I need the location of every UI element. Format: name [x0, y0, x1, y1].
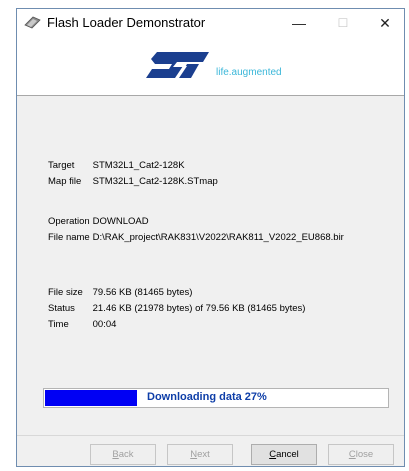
back-button-label: ack — [118, 449, 134, 460]
close-window-button[interactable]: ✕ — [367, 9, 403, 37]
time-row: Time 00:04 — [48, 319, 116, 331]
window-title: Flash Loader Demonstrator — [47, 15, 206, 30]
target-row: Target STM32L1_Cat2-128K — [48, 160, 185, 172]
operation-value: DOWNLOAD — [92, 216, 149, 227]
operation-row: Operation DOWNLOAD — [48, 216, 149, 228]
next-button-label: ext — [197, 449, 210, 460]
cancel-button-label: ancel — [276, 449, 299, 460]
target-label: Target — [48, 160, 75, 171]
wizard-button-bar: Back Next Cancel Close — [17, 435, 404, 466]
map-file-value: STM32L1_Cat2-128K.STmap — [92, 176, 218, 187]
time-label: Time — [48, 319, 69, 330]
operation-label: Operation — [48, 216, 90, 227]
status-label: Status — [48, 303, 75, 314]
brand-tagline: life.augmented — [216, 67, 282, 78]
flash-loader-icon — [24, 16, 41, 29]
back-button: Back — [90, 444, 156, 465]
close-button-mnemonic: C — [348, 449, 356, 460]
map-file-label: Map file — [48, 176, 82, 187]
minimize-button[interactable]: — — [281, 9, 317, 37]
title-bar[interactable]: Flash Loader Demonstrator — ☐ ✕ — [17, 9, 404, 37]
file-name-value: D:\RAK_project\RAK831\V2022\RAK811_V2022… — [92, 232, 344, 243]
target-value: STM32L1_Cat2-128K — [92, 160, 185, 171]
maximize-button: ☐ — [337, 16, 349, 30]
time-value: 00:04 — [92, 319, 117, 330]
file-name-row: File name D:\RAK_project\RAK831\V2022\RA… — [48, 232, 344, 244]
file-name-label: File name — [48, 232, 90, 243]
st-logo — [146, 52, 209, 78]
header-banner: life.augmented — [17, 37, 404, 96]
progress-text: Downloading data 27% — [147, 391, 267, 403]
download-info-panel: Target STM32L1_Cat2-128K Map file STM32L… — [17, 96, 404, 435]
status-value: 21.46 KB (21978 bytes) of 79.56 KB (8146… — [92, 303, 306, 314]
screenshot-page: Flash Loader Demonstrator — ☐ ✕ life.aug… — [0, 0, 409, 471]
file-size-row: File size 79.56 KB (81465 bytes) — [48, 287, 192, 299]
download-progress-bar: Downloading data 27% — [43, 388, 389, 408]
file-size-value: 79.56 KB (81465 bytes) — [92, 287, 193, 298]
map-file-row: Map file STM32L1_Cat2-128K.STmap — [48, 176, 218, 188]
next-button: Next — [167, 444, 233, 465]
cancel-button[interactable]: Cancel — [251, 444, 317, 465]
close-button-label: lose — [355, 449, 374, 460]
status-row: Status 21.46 KB (21978 bytes) of 79.56 K… — [48, 303, 305, 315]
close-button: Close — [328, 444, 394, 465]
file-size-label: File size — [48, 287, 83, 298]
flash-loader-window: Flash Loader Demonstrator — ☐ ✕ life.aug… — [16, 8, 405, 467]
progress-fill — [45, 390, 137, 406]
